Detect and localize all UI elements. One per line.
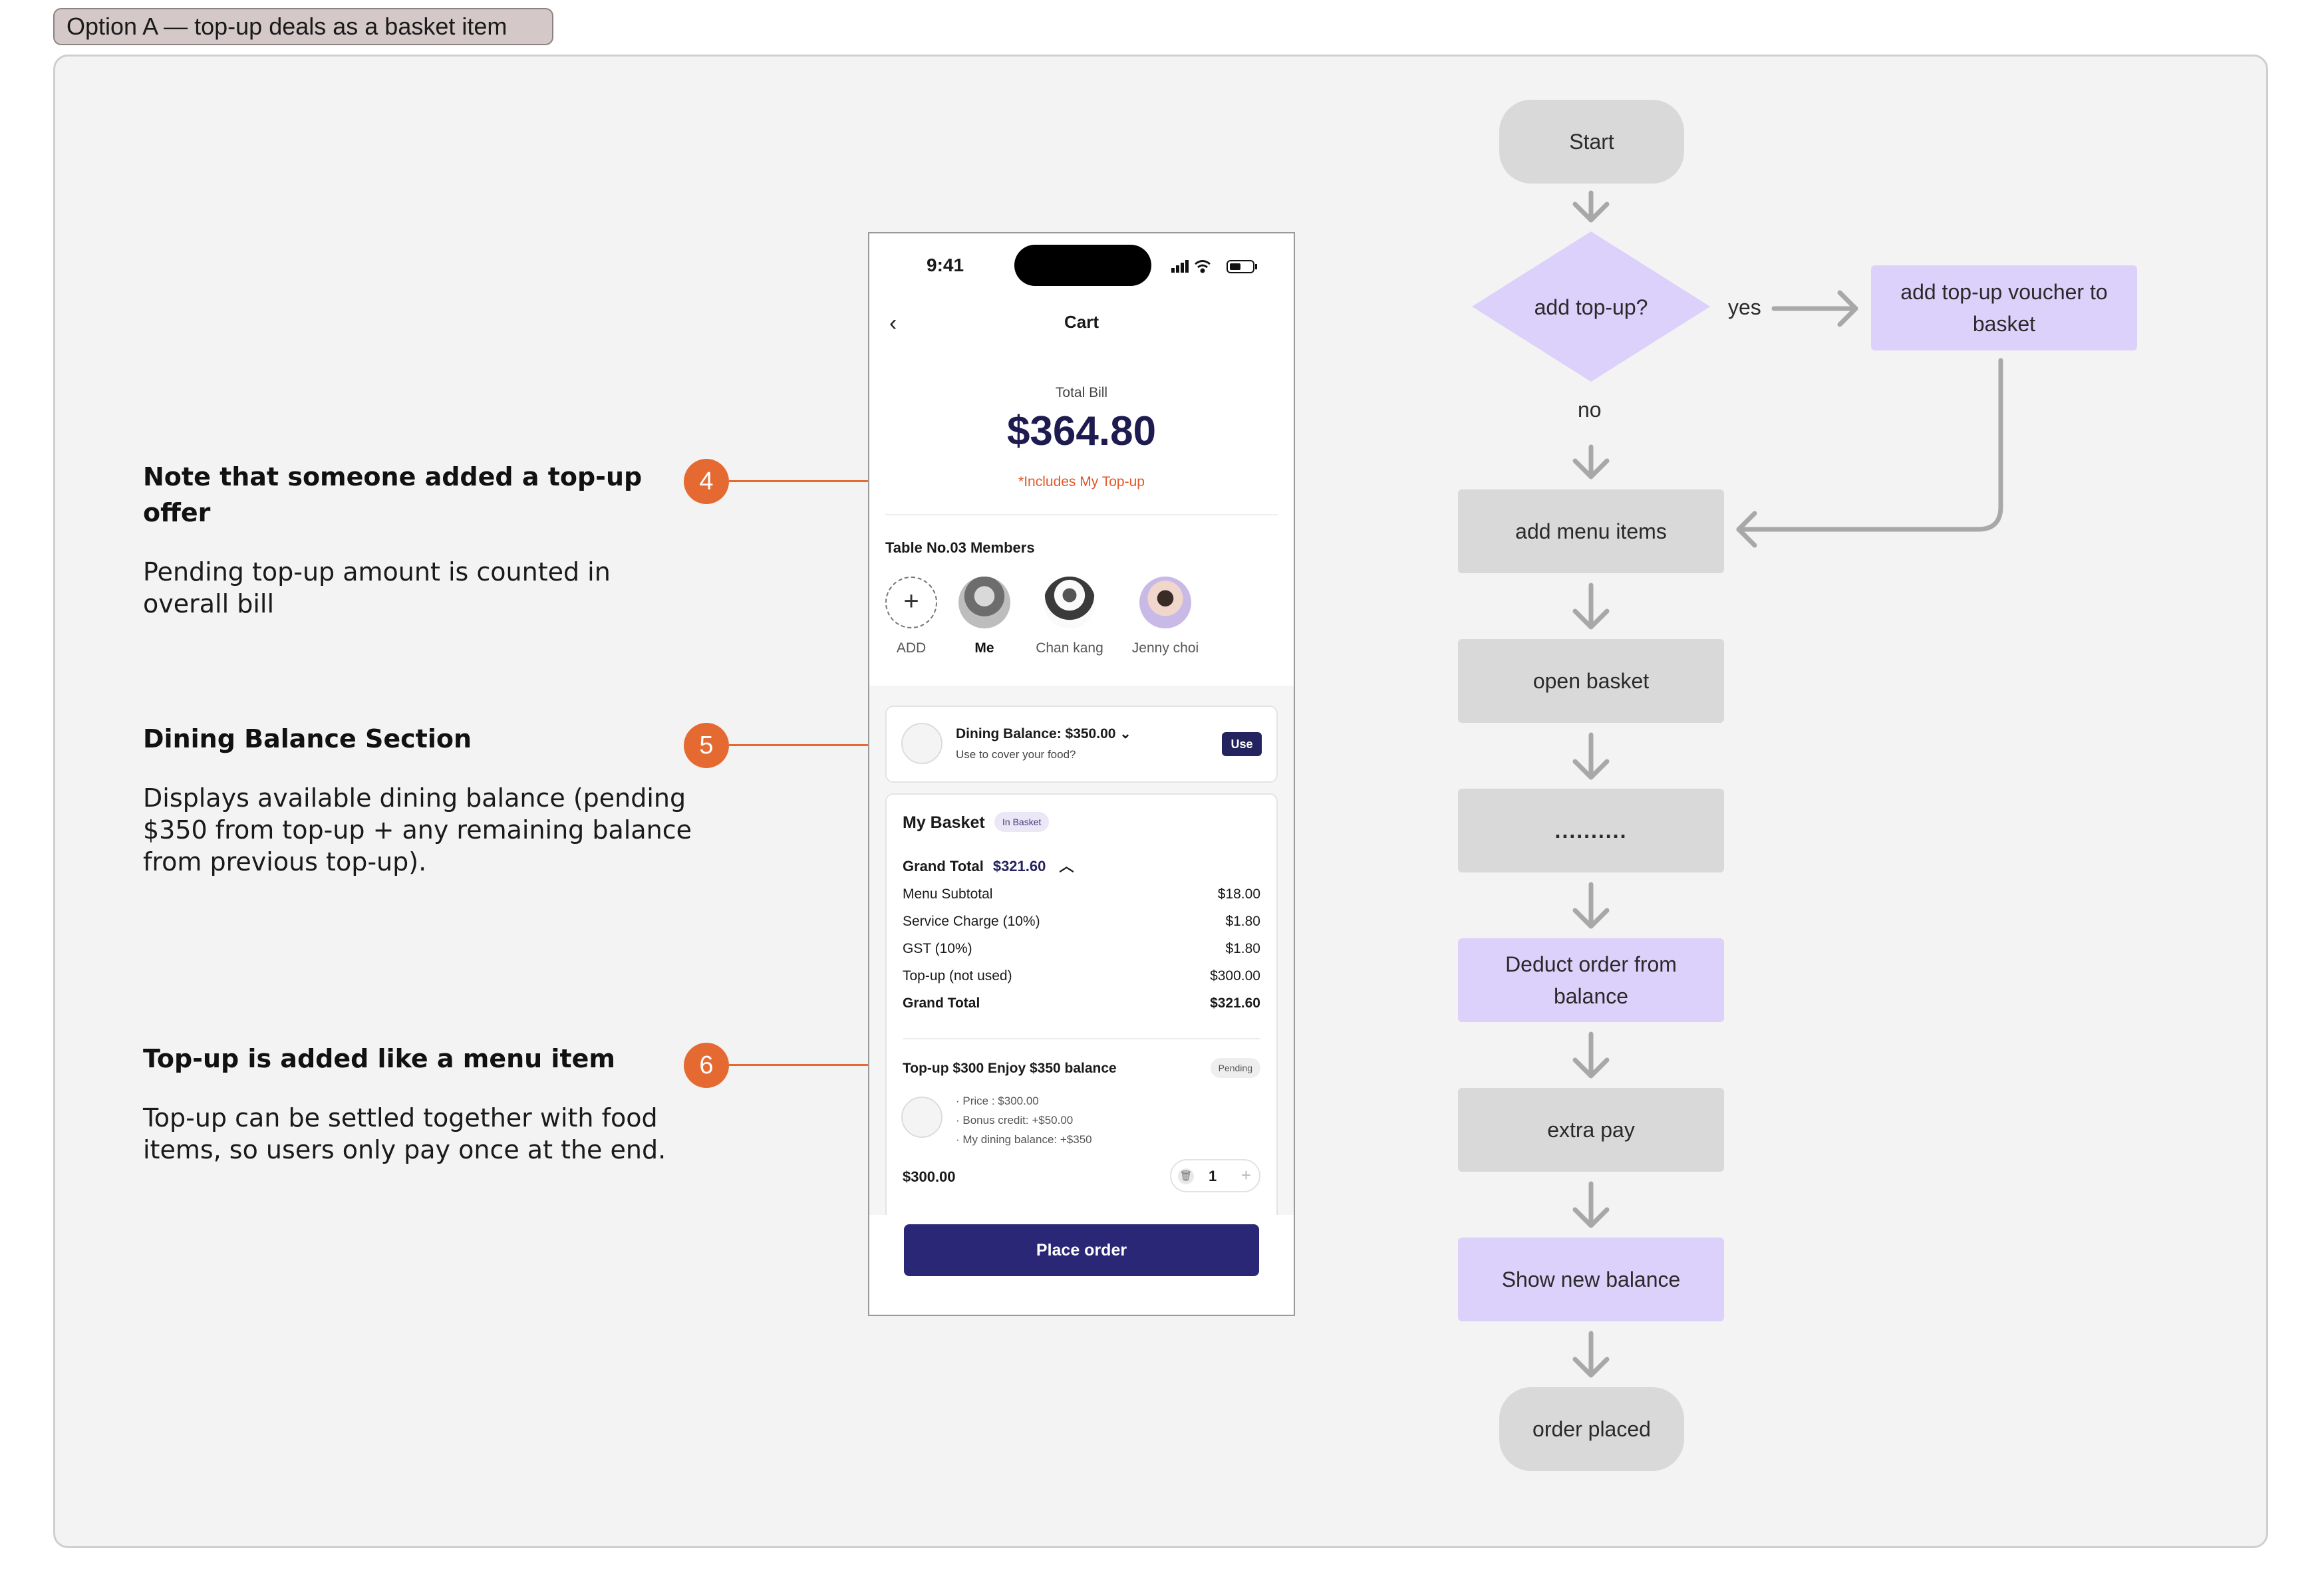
arrow-down-icon [1572,190,1610,223]
flow-step-ellipsis: .......... [1458,789,1724,872]
flow-step-show-new-balance: Show new balance [1458,1238,1724,1321]
flow-decision-label: add top-up? [1534,295,1648,319]
flow-no-label: no [1578,398,1602,422]
flowchart-arrows [1572,190,2003,1378]
flow-yes-label: yes [1728,295,1761,319]
arrow-down-icon [1572,732,1610,780]
flow-end: order placed [1499,1387,1684,1471]
arrow-down-icon [1572,583,1610,630]
flow-step-extra-pay: extra pay [1458,1088,1724,1172]
flow-add-topup-voucher: add top-up voucher to basket [1871,265,2137,350]
flow-step-open-basket: open basket [1458,639,1724,723]
arrow-down-icon [1572,1331,1610,1378]
flow-start: Start [1499,100,1684,184]
arrow-return-icon [1736,358,2003,548]
arrow-down-icon [1572,882,1610,929]
flow-step-deduct-order: Deduct order from balance [1458,938,1724,1022]
arrow-down-icon [1572,1031,1610,1079]
arrow-right-icon [1771,290,1858,327]
flow-step-add-menu-items: add menu items [1458,489,1724,573]
arrow-down-icon [1572,444,1610,479]
arrow-down-icon [1572,1181,1610,1228]
